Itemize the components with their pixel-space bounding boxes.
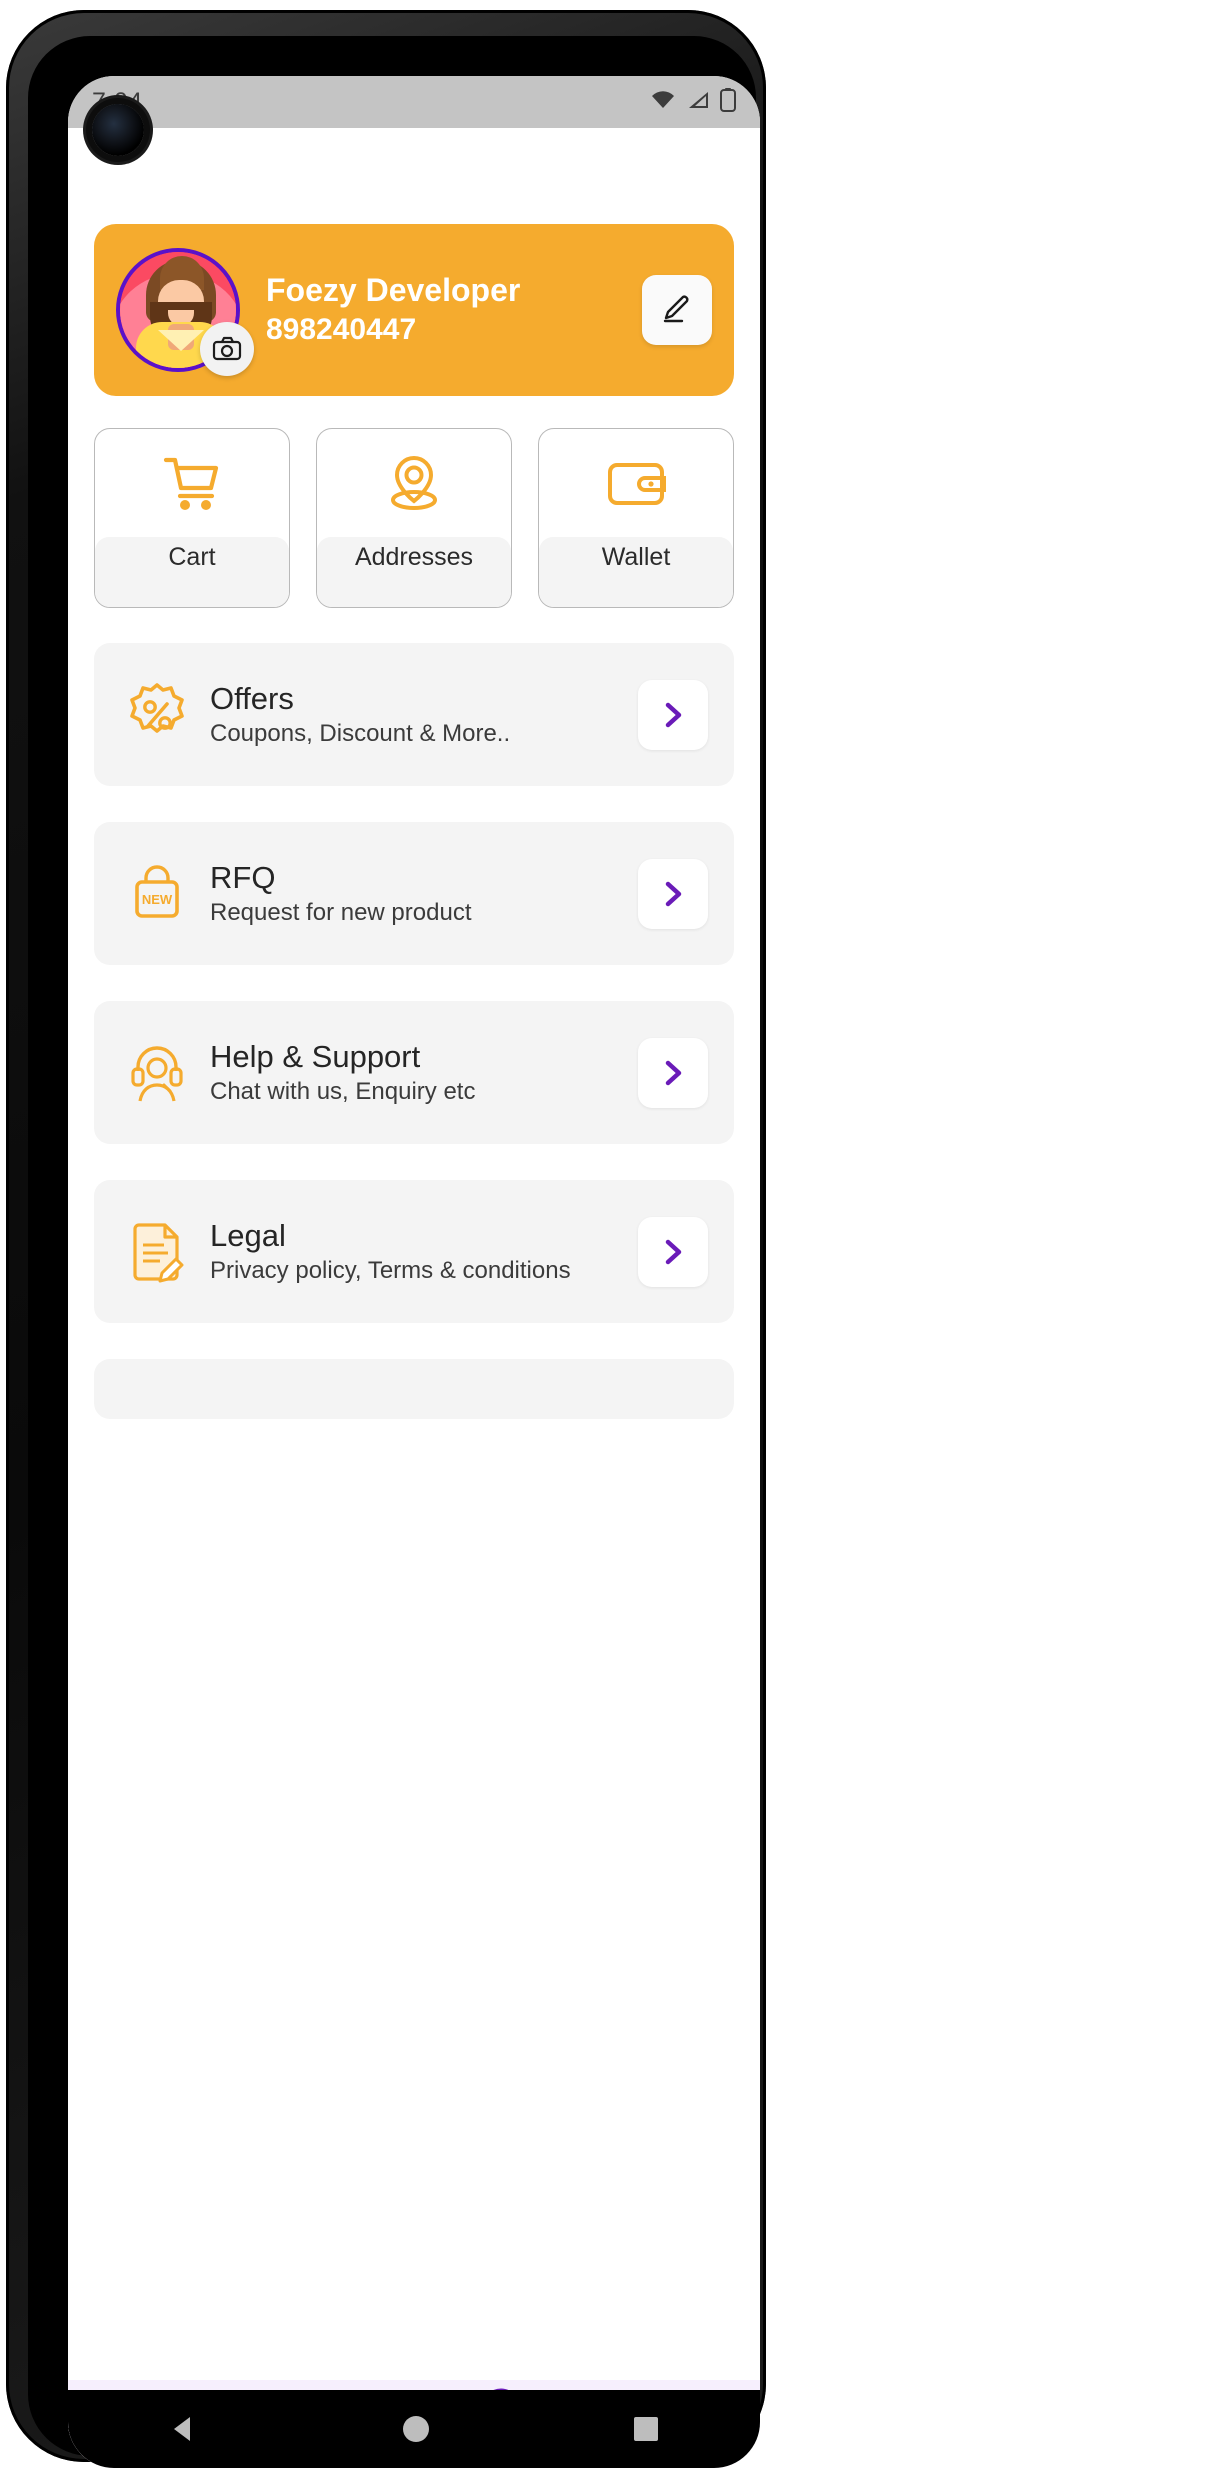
edit-profile-button[interactable]: [642, 275, 712, 345]
tile-label-wrapper: Addresses: [317, 537, 511, 607]
menu-row-title: Help & Support: [210, 1038, 421, 1074]
tile-label-wrapper: Wallet: [539, 537, 733, 607]
profile-name: Foezy Developer: [266, 271, 521, 308]
menu-row-title: Legal: [210, 1217, 286, 1253]
menu-row-next-partial[interactable]: [94, 1359, 734, 1419]
camera-punch-hole: [92, 104, 144, 156]
phone-bezel: 7:04 Foezy Developer 898240447 Cart Addr…: [6, 10, 766, 2468]
profile-text-block: Foezy Developer 898240447: [266, 271, 642, 349]
shopping-cart-icon: [161, 429, 223, 537]
tile-label-addresses: Addresses: [354, 543, 474, 571]
new-bag-icon: NEW: [120, 862, 194, 926]
back-triangle-icon[interactable]: [167, 2412, 201, 2446]
camera-icon[interactable]: [200, 322, 254, 376]
legal-document-icon: [120, 1219, 194, 1285]
menu-list: Offers Coupons, Discount & More.. NEW RF…: [94, 643, 734, 1419]
battery-icon: [720, 87, 736, 117]
phone-frame: 7:04 Foezy Developer 898240447 Cart Addr…: [0, 0, 1211, 2474]
tile-label-wrapper: Cart: [95, 537, 289, 607]
chevron-right-icon[interactable]: [638, 679, 708, 750]
chevron-right-icon[interactable]: [638, 858, 708, 929]
tile-label-cart: Cart: [168, 543, 216, 571]
menu-row-text: Offers Coupons, Discount & More..: [210, 680, 638, 750]
tile-cart[interactable]: Cart: [94, 428, 290, 608]
quick-action-tiles: Cart Addresses Wallet: [94, 428, 734, 608]
android-system-nav: [68, 2390, 760, 2468]
profile-phone: 898240447: [266, 313, 417, 347]
menu-row-legal[interactable]: Legal Privacy policy, Terms & conditions: [94, 1180, 734, 1323]
profile-header-card[interactable]: Foezy Developer 898240447: [94, 224, 734, 396]
menu-row-title: RFQ: [210, 859, 276, 895]
home-circle-icon[interactable]: [400, 2413, 432, 2445]
menu-row-subtitle: Privacy policy, Terms & conditions: [210, 1257, 571, 1285]
cellular-signal-icon: [686, 90, 710, 115]
discount-badge-icon: [120, 682, 194, 748]
chevron-right-icon[interactable]: [638, 1037, 708, 1108]
tile-wallet[interactable]: Wallet: [538, 428, 734, 608]
menu-row-subtitle: Coupons, Discount & More..: [210, 720, 511, 748]
menu-row-text: Help & Support Chat with us, Enquiry etc: [210, 1038, 638, 1108]
recents-square-icon[interactable]: [631, 2414, 661, 2444]
menu-row-offers[interactable]: Offers Coupons, Discount & More..: [94, 643, 734, 786]
phone-screen: 7:04 Foezy Developer 898240447 Cart Addr…: [68, 76, 760, 2468]
avatar-wrapper[interactable]: [116, 248, 254, 376]
status-icons: [650, 87, 736, 117]
menu-row-rfq[interactable]: NEW RFQ Request for new product: [94, 822, 734, 965]
wifi-icon: [650, 90, 676, 115]
tile-addresses[interactable]: Addresses: [316, 428, 512, 608]
status-bar: 7:04: [68, 76, 760, 128]
chevron-right-icon[interactable]: [638, 1216, 708, 1287]
tile-label-wallet: Wallet: [601, 543, 671, 571]
menu-row-subtitle: Request for new product: [210, 899, 472, 927]
pencil-edit-icon: [660, 291, 694, 330]
phone-bezel-inner: 7:04 Foezy Developer 898240447 Cart Addr…: [28, 36, 760, 2468]
menu-row-text: RFQ Request for new product: [210, 859, 638, 929]
app-content: Foezy Developer 898240447 Cart Addresses…: [68, 128, 760, 2468]
wallet-icon: [605, 429, 667, 537]
location-pin-icon: [385, 429, 443, 537]
menu-row-subtitle: Chat with us, Enquiry etc: [210, 1078, 476, 1106]
menu-row-help-support[interactable]: Help & Support Chat with us, Enquiry etc: [94, 1001, 734, 1144]
menu-row-text: Legal Privacy policy, Terms & conditions: [210, 1217, 638, 1287]
svg-text:NEW: NEW: [142, 892, 173, 907]
menu-row-title: Offers: [210, 680, 294, 716]
headset-support-icon: [120, 1041, 194, 1105]
